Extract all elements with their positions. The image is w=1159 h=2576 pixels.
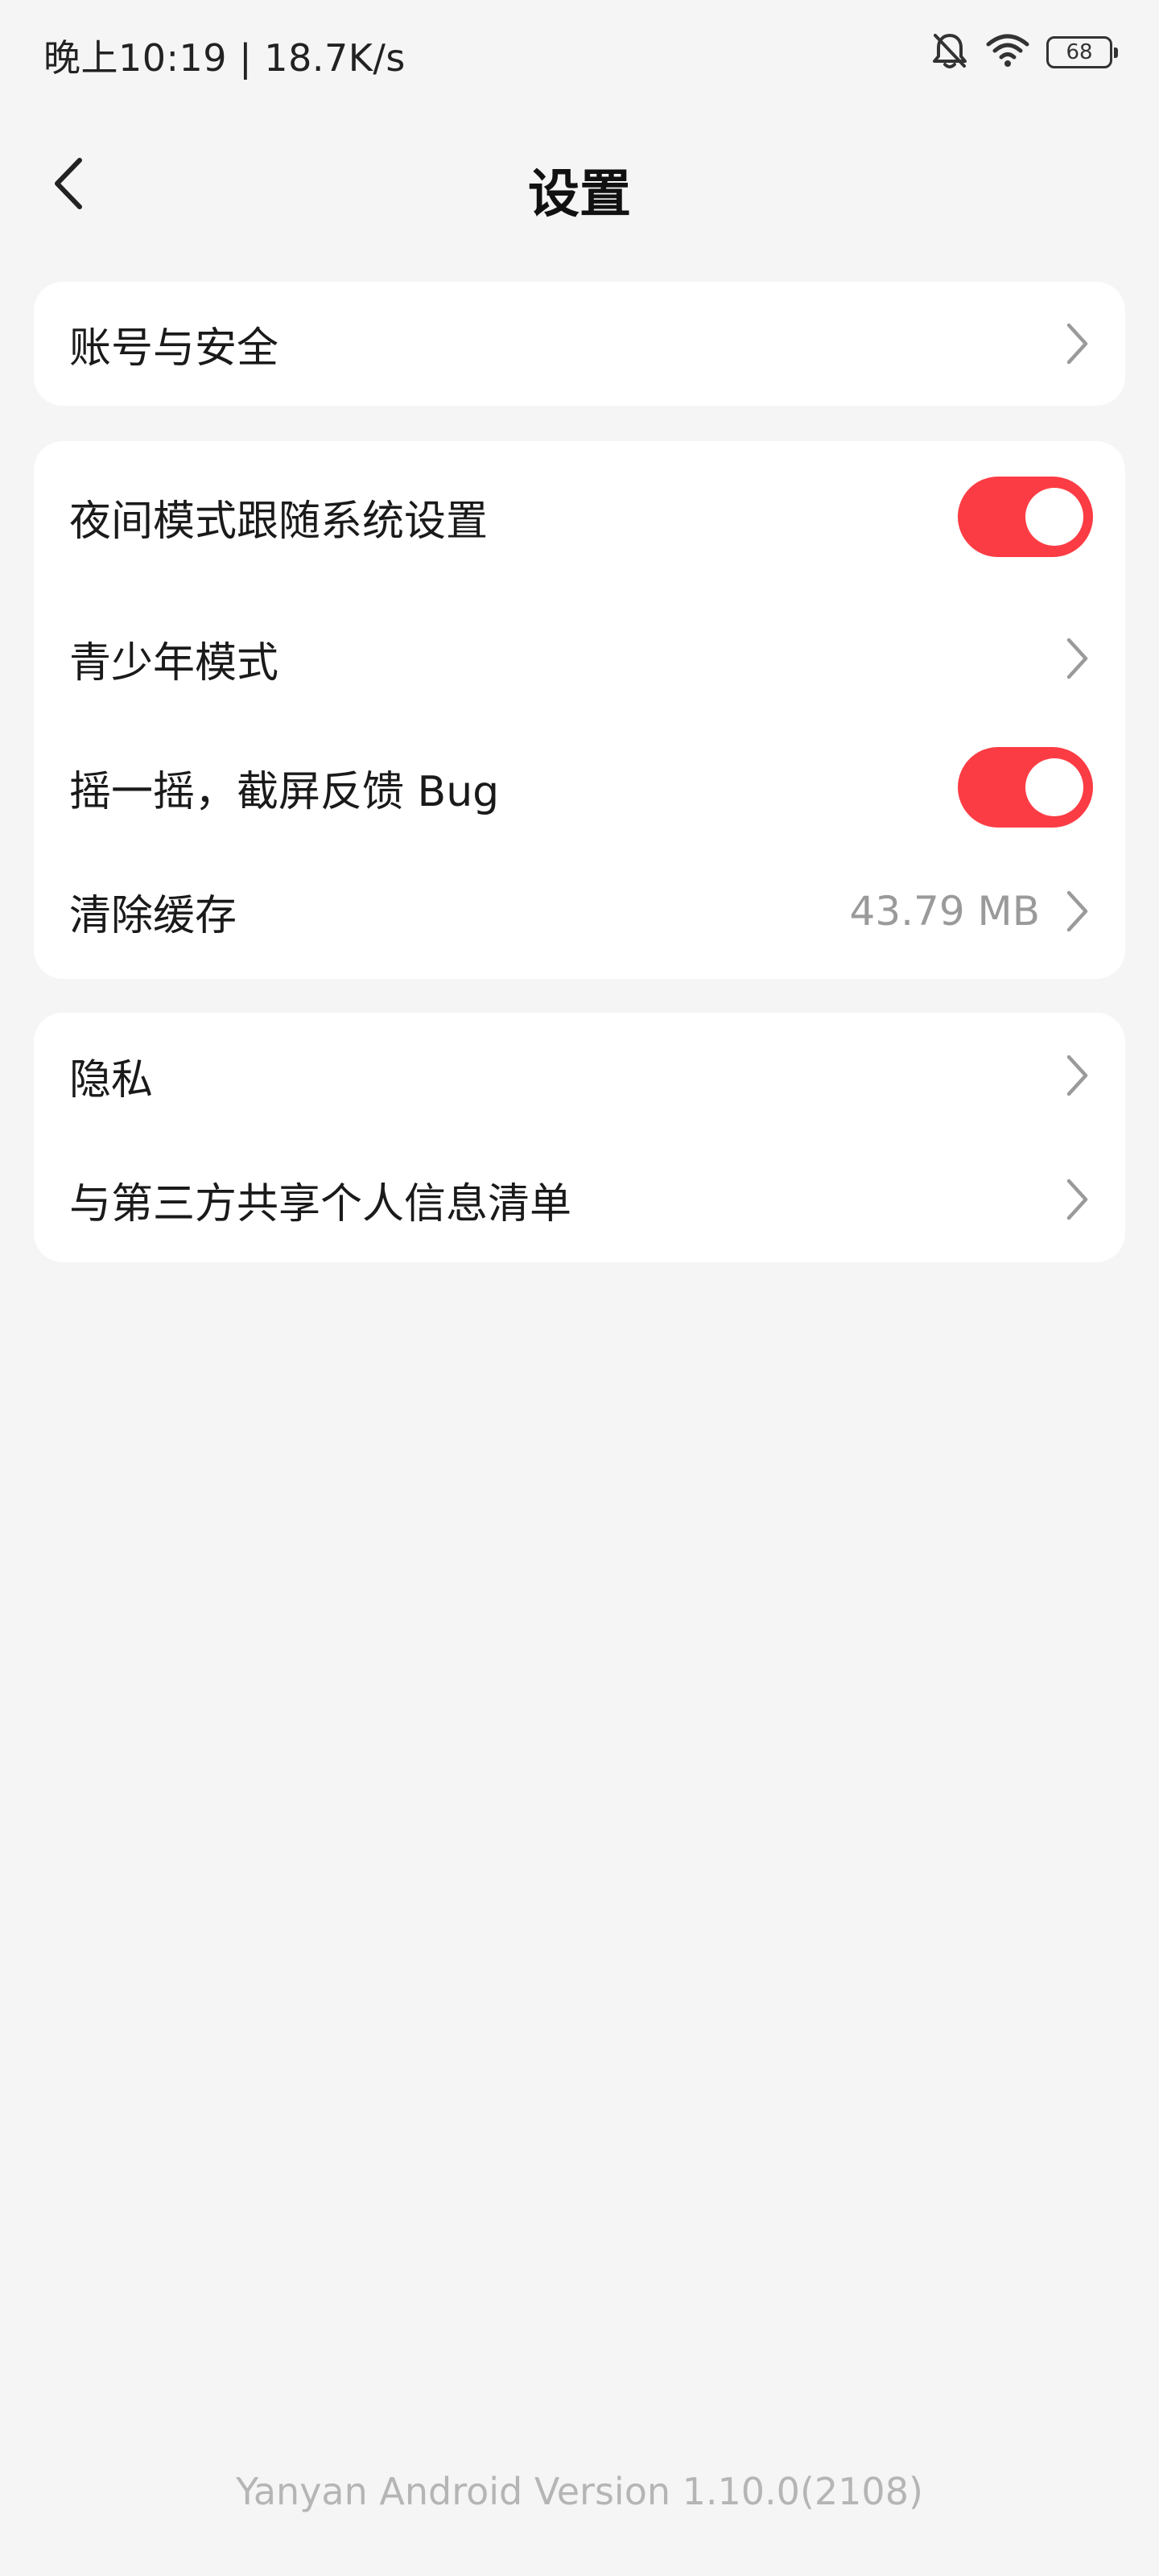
chevron-right-icon [1061,320,1093,368]
privacy-row[interactable]: 隐私 [34,1026,1125,1125]
status-time-speed: 晚上10:19 | 18.7K/s [43,36,406,80]
chevron-right-icon [1061,1175,1093,1224]
account-card: 账号与安全 [34,282,1125,406]
page-title: 设置 [528,165,631,225]
battery-level: 68 [1066,40,1093,64]
row-label: 摇一摇，截屏反馈 Bug [69,767,500,816]
row-label: 夜间模式跟随系统设置 [69,497,489,546]
row-label: 隐私 [69,1055,154,1104]
status-bar: 晚上10:19 | 18.7K/s 68 [0,0,1159,105]
chevron-right-icon [1061,1051,1093,1100]
settings-screen: 晚上10:19 | 18.7K/s 68 设置 账号与安全 夜间模式跟随系统设置… [0,0,1159,2576]
row-label: 清除缓存 [69,891,237,940]
third-party-sharing-row[interactable]: 与第三方共享个人信息清单 [34,1150,1125,1249]
privacy-card: 隐私 与第三方共享个人信息清单 [34,1013,1125,1262]
shake-feedback-row: 摇一摇，截屏反馈 Bug [34,737,1125,837]
account-security-row[interactable]: 账号与安全 [34,282,1125,406]
toggle-knob [1025,488,1083,546]
app-version-text: Yanyan Android Version 1.10.0(2108) [236,2470,923,2513]
row-label: 与第三方共享个人信息清单 [69,1179,572,1228]
toggle-knob [1025,758,1083,816]
row-label: 青少年模式 [69,638,279,687]
night-mode-row: 夜间模式跟随系统设置 [34,467,1125,567]
general-card: 夜间模式跟随系统设置 青少年模式 摇一摇，截屏反馈 Bug 清除缓存 43.79… [34,441,1125,979]
chevron-right-icon [1061,634,1093,683]
teen-mode-row[interactable]: 青少年模式 [34,609,1125,708]
battery-icon: 68 [1046,36,1118,68]
chevron-right-icon [1061,887,1093,935]
status-icons: 68 [930,31,1118,74]
shake-feedback-toggle[interactable] [958,747,1093,828]
bell-muted-icon [930,31,969,74]
clear-cache-row[interactable]: 清除缓存 43.79 MB [34,861,1125,961]
cache-size: 43.79 MB [849,888,1040,935]
night-mode-toggle[interactable] [958,477,1093,557]
top-app-bar: 设置 [0,129,1159,242]
row-label: 账号与安全 [69,324,279,373]
wifi-icon [985,33,1030,72]
